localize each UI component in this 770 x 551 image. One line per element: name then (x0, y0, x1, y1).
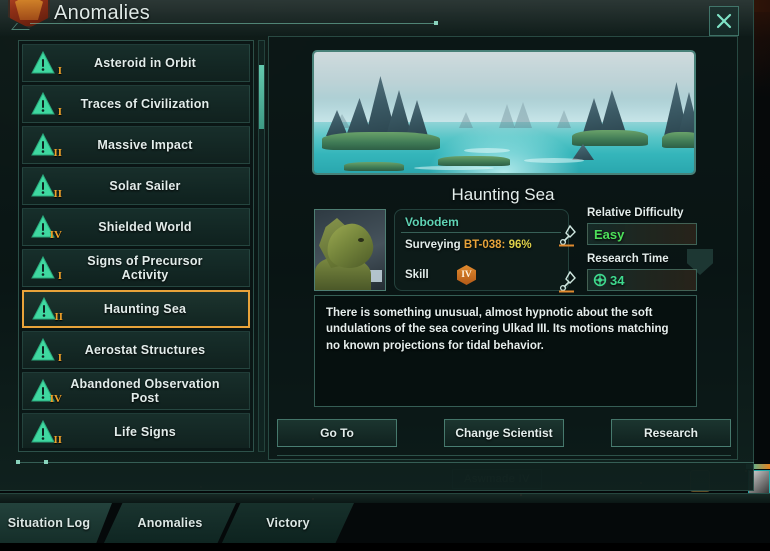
relative-difficulty-label: Relative Difficulty (587, 207, 684, 219)
anomaly-list-item-label: Shielded World (98, 220, 192, 234)
anomaly-list-item-label: Massive Impact (97, 138, 193, 152)
microscope-icon (557, 223, 579, 247)
close-button[interactable] (709, 6, 739, 36)
anomaly-level-badge: II (54, 311, 63, 323)
anomaly-list-item-aerostat-structures[interactable]: I Aerostat Structures (22, 331, 250, 369)
anomaly-warning-icon: I (23, 85, 63, 123)
anomaly-list-item-label: Signs of Precursor Activity (87, 254, 203, 282)
anomalies-window: Anomalies I Asteroid in Orbit I Traces of C… (0, 0, 754, 491)
anomaly-level-badge: II (53, 434, 62, 446)
tab-victory[interactable]: Victory (222, 503, 354, 543)
anomaly-detail-panel: Haunting Sea Vobodem Surveying BT-038: 9… (268, 36, 738, 460)
window-bottom-divider (18, 462, 754, 463)
anomaly-description-box: There is something unusual, almost hypno… (314, 295, 697, 407)
tab-anomalies[interactable]: Anomalies (104, 503, 236, 543)
anomaly-list-item-solar-sailer[interactable]: II Solar Sailer (22, 167, 250, 205)
anomaly-list-item-asteroid-in-orbit[interactable]: I Asteroid in Orbit (22, 44, 250, 82)
divider (401, 232, 561, 233)
anomaly-level-badge: I (57, 65, 62, 77)
research-button[interactable]: Research (611, 419, 731, 447)
microscope-icon (557, 269, 579, 293)
anomaly-warning-icon: II (23, 167, 63, 205)
skill-label: Skill (405, 269, 429, 281)
ocean-islands-landscape (314, 52, 694, 173)
anomaly-list-item-label: Asteroid in Orbit (93, 56, 196, 70)
anomaly-list-item-traces-of-civilization[interactable]: I Traces of Civilization (22, 85, 250, 123)
surveying-percent: 96% (508, 239, 532, 251)
go-to-button[interactable]: Go To (277, 419, 397, 447)
anomaly-warning-icon: I (23, 44, 63, 82)
anomaly-warning-icon: I (23, 331, 63, 369)
anomaly-list-panel: I Asteroid in Orbit I Traces of Civilizatio… (18, 40, 254, 452)
research-time-value: 34 (610, 272, 625, 288)
tab-bar-background (0, 493, 770, 503)
action-button-row: Go To Change Scientist Research (277, 419, 731, 447)
tab-bar-floor (0, 543, 770, 551)
title-underline (30, 23, 435, 24)
anomaly-list-item-haunting-sea[interactable]: II Haunting Sea (22, 290, 250, 328)
research-time-label: Research Time (587, 253, 669, 265)
scientist-info-box: Vobodem Surveying BT-038: 96% Skill IV (394, 209, 569, 291)
anomaly-list-item-massive-impact[interactable]: II Massive Impact (22, 126, 250, 164)
title-underline-dot (434, 21, 438, 25)
relative-difficulty-value: Easy (594, 226, 625, 242)
tab-situation-log[interactable]: Situation Log (0, 503, 112, 543)
anomaly-list-item-shielded-world[interactable]: IV Shielded World (22, 208, 250, 246)
anomaly-level-badge: IV (49, 229, 62, 241)
anomaly-warning-icon: I (23, 249, 63, 287)
anomaly-list-item-label: Abandoned Observation Post (70, 377, 220, 405)
divider-dot (44, 460, 48, 464)
anomaly-warning-icon: II (24, 290, 64, 328)
bottom-tab-bar: Situation Log Anomalies Victory (0, 493, 770, 551)
anomaly-list-item-life-signs[interactable]: II Life Signs (22, 413, 250, 448)
anomaly-level-badge: II (53, 147, 62, 159)
anomaly-level-badge: I (57, 106, 62, 118)
anomaly-list-item-abandoned-observation-post[interactable]: IV Abandoned Observation Post (22, 372, 250, 410)
anomaly-warning-icon: II (23, 413, 63, 448)
scientist-portrait[interactable] (314, 209, 386, 291)
anomaly-warning-icon: II (23, 126, 63, 164)
anomaly-list-item-label: Life Signs (114, 425, 176, 439)
anomaly-image-frame (312, 50, 696, 175)
scrollbar-thumb[interactable] (259, 65, 264, 129)
anomaly-level-badge: IV (49, 393, 62, 405)
surveying-target: BT-038: (463, 239, 506, 251)
anomaly-level-badge: I (57, 352, 62, 364)
close-icon (716, 13, 732, 29)
research-point-icon (593, 273, 607, 287)
research-time-field: 34 (587, 269, 697, 291)
anomaly-level-badge: I (57, 270, 62, 282)
skill-level-badge: IV (457, 265, 476, 285)
anomaly-detail-title: Haunting Sea (451, 185, 555, 204)
change-scientist-button[interactable]: Change Scientist (444, 419, 564, 447)
anomaly-description-text: There is something unusual, almost hypno… (326, 307, 669, 352)
surveying-label: Surveying (405, 239, 461, 251)
anomaly-list-item-label: Solar Sailer (109, 179, 181, 193)
anomaly-list-item-label: Aerostat Structures (84, 343, 206, 357)
alien-eye (358, 238, 364, 242)
anomaly-warning-icon: IV (23, 208, 63, 246)
divider (277, 455, 731, 456)
divider-dot (16, 460, 20, 464)
surveying-status: Surveying BT-038: 96% (405, 239, 532, 251)
anomaly-list-item-label: Traces of Civilization (80, 97, 210, 111)
page-title: Anomalies (54, 2, 151, 24)
anomaly-list-item-label: Haunting Sea (103, 302, 187, 316)
relative-difficulty-field: Easy (587, 223, 697, 245)
anomaly-warning-icon: IV (23, 372, 63, 410)
anomaly-list-scrollbar[interactable] (258, 40, 265, 452)
anomaly-level-badge: II (53, 188, 62, 200)
anomaly-list-item-signs-of-precursor-activity[interactable]: I Signs of Precursor Activity (22, 249, 250, 287)
scientist-name: Vobodem (405, 215, 459, 229)
anomaly-list[interactable]: I Asteroid in Orbit I Traces of Civilizatio… (22, 44, 250, 448)
